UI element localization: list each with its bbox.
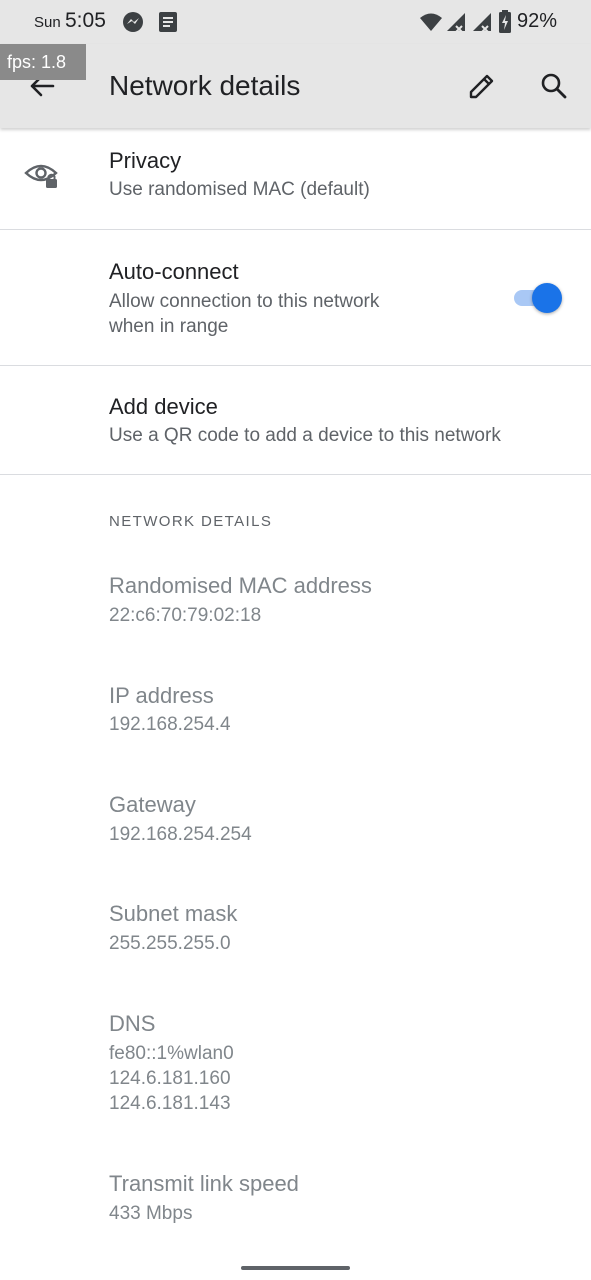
status-bar: Sun 5:05 92% bbox=[0, 0, 591, 44]
link-speed-value: 433 Mbps bbox=[109, 1203, 193, 1224]
eye-lock-icon bbox=[24, 164, 58, 188]
auto-connect-subtitle-line1: Allow connection to this network bbox=[109, 291, 380, 312]
add-device-title: Add device bbox=[109, 394, 218, 419]
status-time: 5:05 bbox=[65, 9, 106, 32]
subnet-mask-value: 255.255.255.0 bbox=[109, 933, 231, 954]
mac-address-label: Randomised MAC address bbox=[109, 573, 372, 598]
privacy-subtitle: Use randomised MAC (default) bbox=[109, 179, 370, 200]
gateway-value: 192.168.254.254 bbox=[109, 824, 252, 845]
wifi-icon bbox=[420, 13, 442, 31]
dns-value: 124.6.181.160 bbox=[109, 1068, 231, 1089]
gateway-label: Gateway bbox=[109, 792, 196, 817]
toggle-thumb bbox=[532, 283, 562, 313]
auto-connect-subtitle-line2: when in range bbox=[109, 316, 229, 337]
ip-address-value: 192.168.254.4 bbox=[109, 714, 231, 735]
search-button[interactable] bbox=[538, 70, 570, 102]
edit-pencil-icon bbox=[469, 74, 494, 99]
battery-percent: 92% bbox=[517, 10, 558, 32]
status-day: Sun bbox=[34, 14, 61, 31]
divider bbox=[0, 474, 591, 475]
privacy-row[interactable]: Privacy Use randomised MAC (default) bbox=[0, 128, 591, 229]
ip-address-label: IP address bbox=[109, 683, 214, 708]
dns-value: fe80::1%wlan0 bbox=[109, 1043, 234, 1064]
dns-value: 124.6.181.143 bbox=[109, 1093, 231, 1114]
battery-icon bbox=[499, 10, 511, 33]
dns-label: DNS bbox=[109, 1011, 156, 1036]
gesture-nav-bar[interactable] bbox=[241, 1266, 350, 1270]
mac-address-value: 22:c6:70:79:02:18 bbox=[109, 605, 262, 626]
add-device-row[interactable]: Add device Use a QR code to add a device… bbox=[0, 366, 591, 474]
fps-overlay: fps: 1.8 bbox=[0, 44, 86, 80]
auto-connect-title: Auto-connect bbox=[109, 259, 239, 284]
subnet-mask-label: Subnet mask bbox=[109, 901, 238, 926]
page-title: Network details bbox=[109, 70, 301, 101]
link-speed-label: Transmit link speed bbox=[109, 1171, 299, 1196]
notes-icon bbox=[159, 12, 177, 32]
signal-icon bbox=[473, 13, 491, 33]
edit-button[interactable] bbox=[466, 70, 498, 102]
section-header-network-details: NETWORK DETAILS bbox=[109, 513, 273, 530]
signal-icon bbox=[447, 13, 465, 33]
auto-connect-row[interactable]: Auto-connect Allow connection to this ne… bbox=[0, 230, 591, 365]
auto-connect-toggle[interactable] bbox=[512, 281, 564, 315]
privacy-title: Privacy bbox=[109, 148, 182, 173]
add-device-subtitle: Use a QR code to add a device to this ne… bbox=[109, 425, 501, 446]
search-icon bbox=[541, 73, 567, 99]
messenger-icon bbox=[123, 12, 143, 32]
